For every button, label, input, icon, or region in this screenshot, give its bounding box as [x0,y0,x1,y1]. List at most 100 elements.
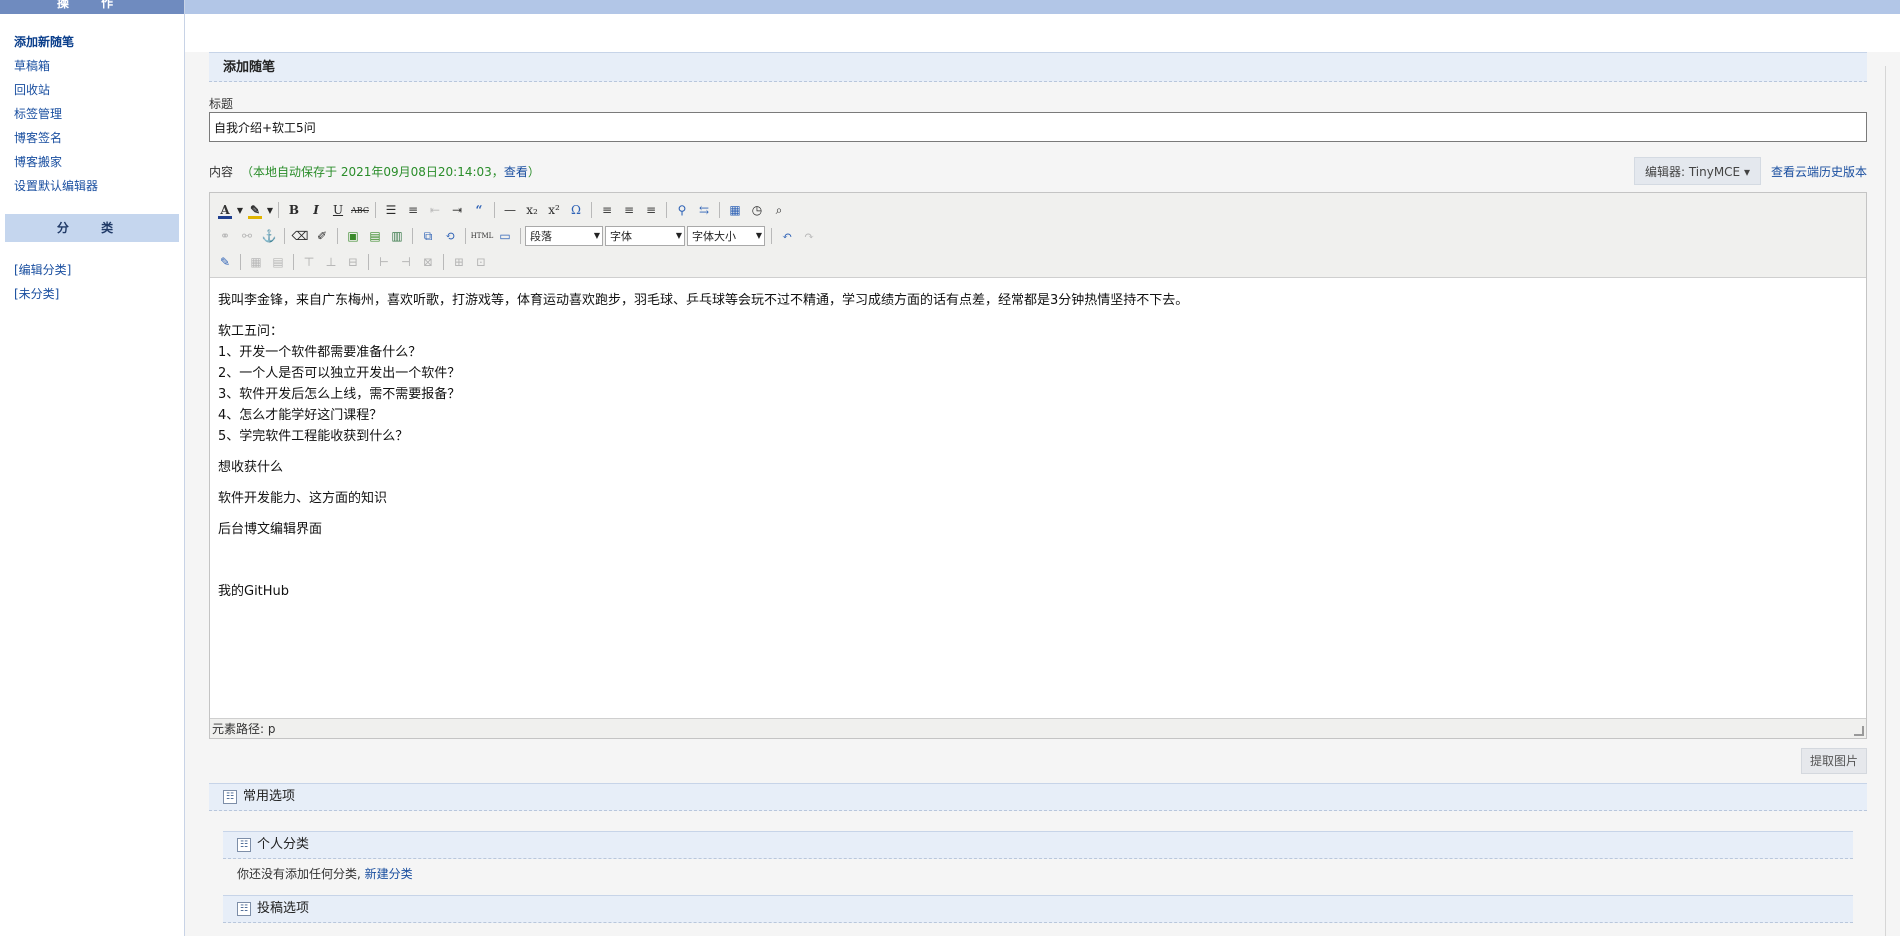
edit-note-icon[interactable]: ✎ [214,252,236,272]
toolbar-row-3: ✎ ▦ ▤ ⊤ ⊥ ⊟ ⊢ ⊣ ⊠ ⊞ ⊡ [214,249,1862,275]
insert-date-icon[interactable]: ▦ [724,200,746,220]
strikethrough-icon[interactable]: ABC [349,200,371,220]
eraser-icon[interactable]: ⌫ [289,226,311,246]
collapse-toggle-icon[interactable]: ☷ [237,838,251,852]
delete-row-icon[interactable]: ⊟ [342,252,364,272]
table-props-icon[interactable]: ▤ [267,252,289,272]
new-category-link[interactable]: 新建分类 [365,867,413,881]
anchor-icon[interactable]: ⚓ [258,226,280,246]
category-link-uncategorized[interactable]: [未分类] [14,282,184,306]
html-source-icon[interactable]: HTML [470,226,494,246]
scroll-edge [1885,66,1886,936]
split-cells-icon[interactable]: ⊡ [470,252,492,272]
sidebar-link-tag-management[interactable]: 标签管理 [14,102,184,126]
category-link-edit[interactable]: [编辑分类] [14,258,184,282]
bullet-list-icon[interactable]: ☰ [380,200,402,220]
fullscreen-icon[interactable]: ▭ [494,226,516,246]
outdent-icon[interactable]: ⇤ [424,200,446,220]
content-label: 内容 [209,164,234,179]
undo-icon[interactable]: ↶ [776,226,798,246]
editor-statusbar: 元素路径: p [210,718,1866,738]
chevron-down-icon: ▼ [755,231,763,240]
question-2: 2、一个人是否可以独立开发出一个软件？ [218,366,461,381]
indent-icon[interactable]: ⇥ [446,200,468,220]
common-options-header[interactable]: ☷ 常用选项 [209,783,1867,811]
no-category-note: 你还没有添加任何分类, 新建分类 [223,859,1853,889]
fetch-image-button[interactable]: 提取图片 [1800,748,1867,774]
blockquote-icon[interactable]: “ [468,200,490,220]
align-left-icon[interactable]: ≡ [596,200,618,220]
main-top-spacer [185,14,1900,52]
chevron-down-icon: ▼ [593,231,601,240]
toolbar-row-2: ⚭ ⚯ ⚓ ⌫ ✐ ▣ ▤ ▥ ⧉ ⟲ HTML ▭ 段落 ▼ 字体 ▼ 字体大… [214,223,1862,249]
resize-grip-icon[interactable] [1854,726,1864,736]
bold-icon[interactable]: B [283,200,305,220]
italic-icon[interactable]: I [305,200,327,220]
autosave-view-link[interactable]: 查看 [504,165,528,179]
personal-category-block: ☷ 个人分类 你还没有添加任何分类, 新建分类 ☷ 投稿选项 [223,831,1853,923]
submit-options-header[interactable]: ☷ 投稿选项 [223,895,1853,923]
redo-icon[interactable]: ↷ [798,226,820,246]
row-before-icon[interactable]: ⊤ [298,252,320,272]
cloud-history-link[interactable]: 查看云端历史版本 [1771,163,1867,180]
highlight-color-icon[interactable]: ✎ [244,200,266,220]
replace-icon[interactable]: ⇆ [693,200,715,220]
chevron-down-icon: ▼ [675,231,683,240]
text-color-dropdown-icon[interactable]: ▼ [236,200,244,220]
superscript-icon[interactable]: x² [543,200,565,220]
unlink-icon[interactable]: ⚯ [236,226,258,246]
title-input[interactable] [209,112,1867,142]
insert-time-icon[interactable]: ◷ [746,200,768,220]
sidebar-action-list: 添加新随笔 草稿箱 回收站 标签管理 博客签名 博客搬家 设置默认编辑器 [0,14,184,198]
code-block-icon[interactable]: ⟲ [439,226,461,246]
question-4: 4、怎么才能学好这门课程？ [218,408,383,423]
sidebar-header: 操 作 [0,0,184,14]
align-center-icon[interactable]: ≡ [618,200,640,220]
highlight-dropdown-icon[interactable]: ▼ [266,200,274,220]
editor-toolbar: A ▼ ✎ ▼ B I U ABC ☰ ≡ ⇤ ⇥ “ — x₂ x² Ω ≡ … [210,193,1866,278]
font-size-select[interactable]: 字体大小 ▼ [687,226,765,246]
paragraph-format-select[interactable]: 段落 ▼ [525,226,603,246]
personal-category-header[interactable]: ☷ 个人分类 [223,831,1853,859]
font-family-select[interactable]: 字体 ▼ [605,226,685,246]
category-list: [编辑分类] [未分类] [0,242,184,306]
clean-format-icon[interactable]: ✐ [311,226,333,246]
collapse-toggle-icon[interactable]: ☷ [223,790,237,804]
title-label: 标题 [209,97,234,111]
sidebar-link-drafts[interactable]: 草稿箱 [14,54,184,78]
backend-paragraph: 后台博文编辑界面 [218,522,323,537]
align-right-icon[interactable]: ≡ [640,200,662,220]
submit-options-label: 投稿选项 [257,901,310,916]
sidebar-link-default-editor[interactable]: 设置默认编辑器 [14,174,184,198]
sidebar-link-blog-migration[interactable]: 博客搬家 [14,150,184,174]
link-icon[interactable]: ⚭ [214,226,236,246]
special-char-icon[interactable]: Ω [565,200,587,220]
upload-image-icon[interactable]: ▤ [364,226,386,246]
sidebar-link-add-post[interactable]: 添加新随笔 [14,30,184,54]
horizontal-rule-icon[interactable]: — [499,200,521,220]
subscript-icon[interactable]: x₂ [521,200,543,220]
text-color-icon[interactable]: A [214,200,236,220]
insert-media-icon[interactable]: ▥ [386,226,408,246]
no-category-text: 你还没有添加任何分类, [237,867,365,881]
underline-icon[interactable]: U [327,200,349,220]
skill-paragraph: 软件开发能力、这方面的知识 [218,491,388,506]
common-options-label: 常用选项 [243,789,296,804]
table-insert-icon[interactable]: ▦ [245,252,267,272]
numbered-list-icon[interactable]: ≡ [402,200,424,220]
preview-icon[interactable]: ⌕ [768,200,790,220]
find-icon[interactable]: ⚲ [671,200,693,220]
editor-type-select[interactable]: 编辑器: TinyMCE ▾ [1633,157,1761,185]
insert-code-icon[interactable]: ⧉ [417,226,439,246]
collapse-toggle-icon[interactable]: ☷ [237,902,251,916]
col-after-icon[interactable]: ⊣ [395,252,417,272]
merge-cells-icon[interactable]: ⊞ [448,252,470,272]
row-after-icon[interactable]: ⊥ [320,252,342,272]
delete-col-icon[interactable]: ⊠ [417,252,439,272]
insert-image-icon[interactable]: ▣ [342,226,364,246]
question-3: 3、软件开发后怎么上线，需不需要报备？ [218,387,461,402]
sidebar-link-blog-signature[interactable]: 博客签名 [14,126,184,150]
col-before-icon[interactable]: ⊢ [373,252,395,272]
editor-content-area[interactable]: 我叫李金锋，来自广东梅州，喜欢听歌，打游戏等，体育运动喜欢跑步，羽毛球、乒乓球等… [210,278,1866,718]
sidebar-link-recycle-bin[interactable]: 回收站 [14,78,184,102]
